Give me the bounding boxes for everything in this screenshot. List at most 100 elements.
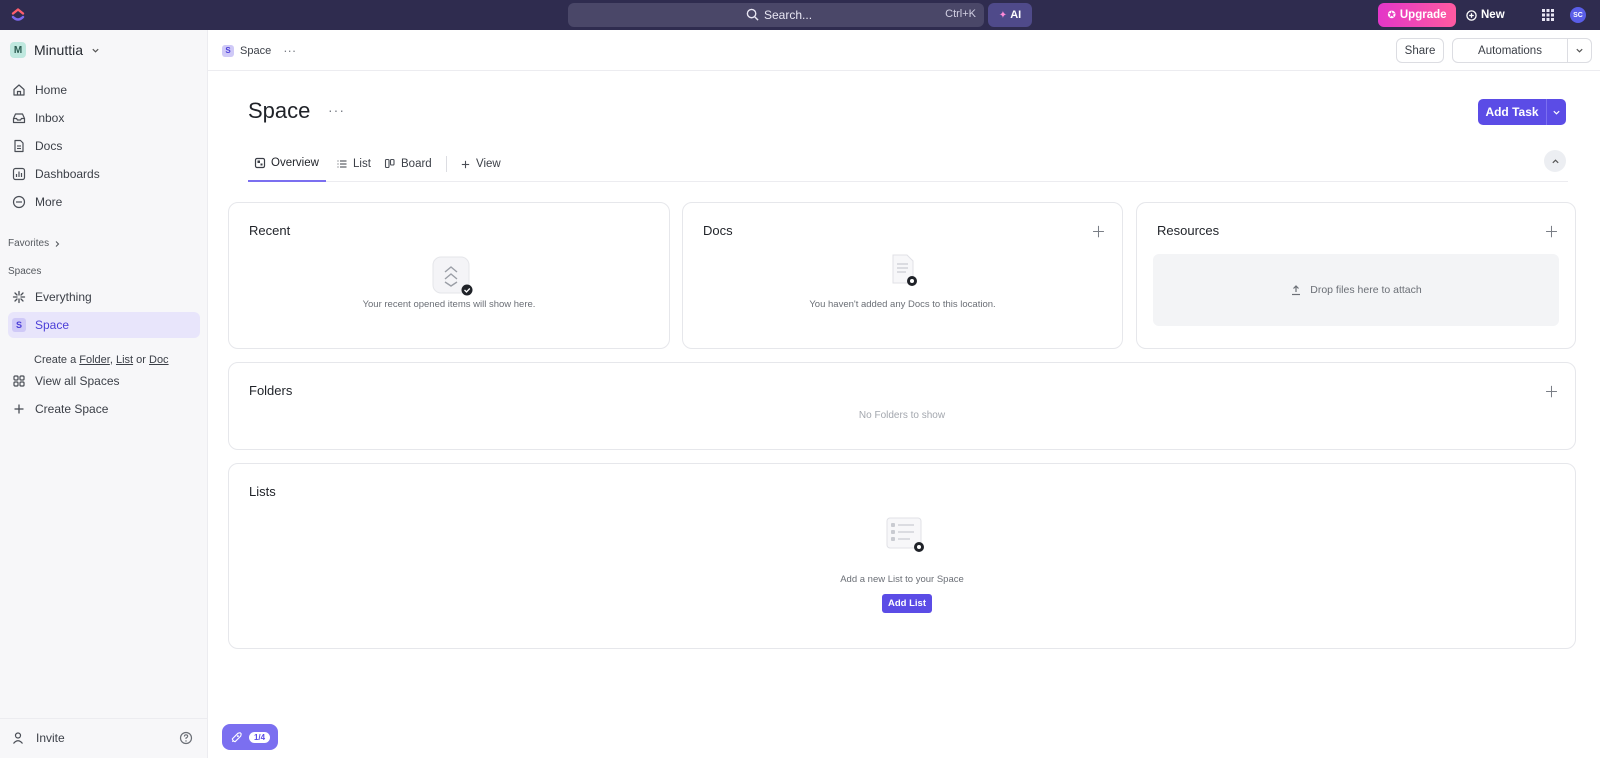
breadcrumb-more-button[interactable]: ···: [283, 43, 296, 58]
recent-empty-icon: [432, 256, 473, 296]
tab-divider: [446, 156, 447, 172]
docs-empty-icon: [892, 254, 917, 286]
add-folder-button[interactable]: ＋: [1544, 381, 1559, 402]
search-bar[interactable]: Search... Ctrl+K: [568, 3, 984, 27]
tab-label: Board: [401, 158, 432, 170]
card-title: Lists: [249, 484, 276, 499]
tab-label: Overview: [271, 157, 319, 169]
spaces-section-label: Spaces: [8, 266, 42, 277]
sidebar-item-view-all-spaces[interactable]: View all Spaces: [8, 368, 200, 394]
workspace-switcher[interactable]: M Minuttia: [10, 42, 100, 58]
more-circle-icon: [12, 195, 26, 209]
user-avatar[interactable]: SC: [1570, 7, 1586, 23]
workspace-badge: M: [10, 42, 26, 58]
create-prefix: Create a: [34, 354, 77, 366]
lists-card: Lists Add a new List to your Space Add L…: [228, 463, 1576, 649]
docs-empty-text: You haven't added any Docs to this locat…: [809, 299, 996, 310]
tab-list[interactable]: List: [336, 146, 371, 182]
drop-zone-label: Drop files here to attach: [1310, 284, 1422, 296]
create-doc-link[interactable]: Doc: [149, 354, 169, 366]
onboarding-button[interactable]: 1/4: [222, 724, 278, 750]
create-hint: Create a Folder, List or Doc: [34, 354, 169, 366]
breadcrumb-space-badge: S: [222, 44, 234, 57]
plus-circle-icon: [1466, 9, 1477, 21]
sidebar-footer: Invite: [0, 718, 207, 758]
sparkle-icon: ✦: [998, 9, 1008, 21]
sidebar-item-label: Inbox: [35, 111, 65, 125]
overview-icon: [254, 157, 266, 169]
upgrade-icon: ✪: [1387, 9, 1396, 21]
sidebar-item-label: Docs: [35, 139, 63, 153]
tab-board[interactable]: Board: [384, 146, 432, 182]
sidebar-item-dashboards[interactable]: Dashboards: [8, 161, 200, 187]
create-list-link[interactable]: List: [116, 354, 133, 366]
card-title: Resources: [1157, 223, 1220, 238]
create-or: or: [136, 354, 146, 366]
share-button[interactable]: Share: [1396, 38, 1444, 63]
ai-button[interactable]: ✦ AI: [988, 3, 1032, 27]
file-drop-zone[interactable]: Drop files here to attach: [1153, 254, 1559, 326]
everything-icon: [12, 290, 26, 304]
board-icon: [384, 158, 395, 169]
lists-empty-text: Add a new List to your Space: [840, 574, 964, 585]
sidebar-item-label: Everything: [35, 290, 92, 304]
apps-grid-icon[interactable]: [1540, 7, 1556, 23]
sidebar-item-label: More: [35, 195, 63, 209]
plus-icon: [14, 404, 24, 414]
help-icon[interactable]: [179, 731, 193, 745]
rocket-icon: [231, 731, 242, 742]
add-task-dropdown[interactable]: [1546, 99, 1566, 125]
collapse-button[interactable]: [1544, 150, 1566, 172]
new-label: New: [1481, 9, 1505, 21]
view-tabs: Overview List Board View: [248, 146, 1568, 182]
space-badge: S: [12, 318, 26, 332]
doc-icon: [14, 139, 24, 153]
chevron-up-icon: [1551, 158, 1559, 163]
page-title: Space: [248, 98, 311, 123]
favorites-section[interactable]: Favorites: [8, 238, 61, 249]
tab-add-view[interactable]: View: [460, 146, 501, 182]
folders-card: Folders ＋ No Folders to show: [228, 362, 1576, 450]
sidebar-item-create-space[interactable]: Create Space: [8, 396, 200, 422]
invite-button[interactable]: Invite: [12, 731, 65, 745]
sidebar: M Minuttia Home Inbox Docs Dashboards Mo…: [0, 30, 208, 758]
breadcrumb[interactable]: S Space ···: [222, 43, 296, 58]
search-placeholder: Search...: [764, 8, 813, 22]
favorites-label: Favorites: [8, 238, 50, 249]
sidebar-item-label: View all Spaces: [35, 374, 120, 388]
sidebar-item-space[interactable]: S Space: [8, 312, 200, 338]
sidebar-item-label: Space: [35, 318, 70, 332]
sidebar-item-more[interactable]: More: [8, 189, 200, 215]
sidebar-item-label: Dashboards: [35, 167, 100, 181]
chevron-down-icon: [92, 48, 99, 53]
add-resource-button[interactable]: ＋: [1544, 221, 1559, 242]
clickup-logo-icon[interactable]: [10, 7, 26, 23]
sidebar-item-everything[interactable]: Everything: [8, 284, 200, 310]
sidebar-item-docs[interactable]: Docs: [8, 133, 200, 159]
automations-button[interactable]: Automations: [1452, 38, 1592, 63]
upload-icon: [1292, 285, 1301, 296]
add-list-button[interactable]: Add List: [882, 594, 932, 613]
card-title: Folders: [249, 383, 293, 398]
create-folder-link[interactable]: Folder: [79, 354, 110, 366]
add-task-button[interactable]: Add Task: [1478, 99, 1566, 125]
chevron-down-icon: [1576, 48, 1583, 53]
automations-label[interactable]: Automations: [1453, 39, 1568, 62]
add-doc-button[interactable]: ＋: [1091, 221, 1106, 242]
workspace-name: Minuttia: [34, 42, 84, 58]
add-task-label[interactable]: Add Task: [1478, 99, 1546, 125]
sidebar-item-home[interactable]: Home: [8, 77, 200, 103]
upgrade-button[interactable]: ✪ Upgrade: [1378, 3, 1456, 27]
dashboard-icon: [12, 167, 26, 181]
card-title: Recent: [249, 223, 291, 238]
breadcrumb-label: Space: [240, 44, 272, 57]
plus-icon: [461, 160, 470, 168]
title-more-button[interactable]: ···: [328, 102, 345, 118]
tab-overview[interactable]: Overview: [248, 146, 326, 182]
user-plus-icon: [13, 732, 23, 744]
sidebar-item-inbox[interactable]: Inbox: [8, 105, 200, 131]
resources-card: Resources ＋ Drop files here to attach: [1136, 202, 1576, 349]
new-button[interactable]: New: [1466, 3, 1516, 27]
list-icon: [337, 160, 347, 168]
automations-dropdown[interactable]: [1568, 39, 1591, 62]
